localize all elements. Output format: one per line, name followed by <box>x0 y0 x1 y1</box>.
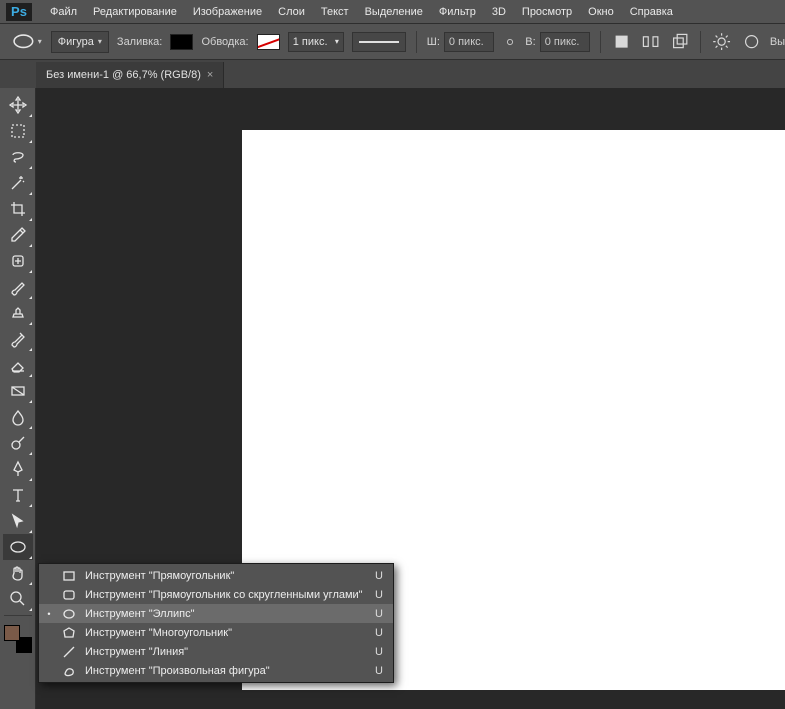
width-field[interactable]: 0 пикс. <box>444 32 494 52</box>
tool-clone-stamp[interactable] <box>3 300 33 326</box>
flyout-label: Инструмент "Эллипс" <box>85 608 367 620</box>
link-wh-icon[interactable] <box>502 34 517 50</box>
divider <box>700 31 701 53</box>
divider <box>600 31 601 53</box>
align-edges-icon[interactable] <box>741 31 762 53</box>
tool-zoom[interactable] <box>3 586 33 612</box>
flyout-item-rounded-rectangle[interactable]: Инструмент "Прямоугольник со скругленным… <box>39 585 393 604</box>
tool-history-brush[interactable] <box>3 326 33 352</box>
height-field[interactable]: 0 пикс. <box>540 32 590 52</box>
flyout-label: Инструмент "Линия" <box>85 646 367 658</box>
flyout-active-marker: • <box>45 609 53 619</box>
stroke-label: Обводка: <box>201 36 248 48</box>
flyout-item-custom-shape[interactable]: Инструмент "Произвольная фигура" U <box>39 661 393 680</box>
tool-lasso[interactable] <box>3 144 33 170</box>
fill-label: Заливка: <box>117 36 162 48</box>
tool-path-selection[interactable] <box>3 508 33 534</box>
tool-type[interactable] <box>3 482 33 508</box>
document-tab-title: Без имени-1 @ 66,7% (RGB/8) <box>46 69 201 81</box>
foreground-color-swatch[interactable] <box>4 625 20 641</box>
flyout-item-rectangle[interactable]: Инструмент "Прямоугольник" U <box>39 566 393 585</box>
chevron-down-icon: ▾ <box>335 37 339 46</box>
document-tab-bar: Без имени-1 @ 66,7% (RGB/8) × <box>0 60 785 88</box>
path-operations-icon[interactable] <box>611 31 632 53</box>
chevron-down-icon: ▾ <box>98 37 102 46</box>
tool-preset-ellipse-icon[interactable]: ▾ <box>10 31 43 53</box>
toolbar-divider <box>4 615 32 616</box>
left-toolbar <box>0 88 36 709</box>
tool-move[interactable] <box>3 92 33 118</box>
tool-gradient[interactable] <box>3 378 33 404</box>
menu-text[interactable]: Текст <box>313 2 357 22</box>
tool-eyedropper[interactable] <box>3 222 33 248</box>
flyout-shortcut: U <box>375 627 383 639</box>
flyout-shortcut: U <box>375 608 383 620</box>
flyout-item-polygon[interactable]: Инструмент "Многоугольник" U <box>39 623 393 642</box>
flyout-item-ellipse[interactable]: • Инструмент "Эллипс" U <box>39 604 393 623</box>
flyout-label: Инструмент "Прямоугольник со скругленным… <box>85 589 367 601</box>
tool-marquee[interactable] <box>3 118 33 144</box>
path-align-icon[interactable] <box>640 31 661 53</box>
menu-bar: Ps Файл Редактирование Изображение Слои … <box>0 0 785 24</box>
stroke-solid-line-icon <box>359 41 399 43</box>
tool-hand[interactable] <box>3 560 33 586</box>
tool-eraser[interactable] <box>3 352 33 378</box>
color-swatches[interactable] <box>4 625 32 653</box>
shape-mode-dropdown[interactable]: Фигура ▾ <box>51 31 109 53</box>
flyout-item-line[interactable]: Инструмент "Линия" U <box>39 642 393 661</box>
close-tab-icon[interactable]: × <box>207 69 213 81</box>
width-group: Ш: 0 пикс. <box>427 32 494 52</box>
tool-magic-wand[interactable] <box>3 170 33 196</box>
menu-edit[interactable]: Редактирование <box>85 2 185 22</box>
align-edges-label: Вы <box>770 36 785 48</box>
ellipse-icon <box>61 606 77 622</box>
ruler-corner <box>0 60 36 88</box>
document-tab[interactable]: Без имени-1 @ 66,7% (RGB/8) × <box>36 62 224 88</box>
app-logo: Ps <box>6 3 32 21</box>
line-icon <box>61 644 77 660</box>
tool-dodge[interactable] <box>3 430 33 456</box>
custom-shape-icon <box>61 663 77 679</box>
stroke-width-value: 1 пикс. <box>293 36 328 48</box>
height-group: В: 0 пикс. <box>525 32 589 52</box>
flyout-label: Инструмент "Многоугольник" <box>85 627 367 639</box>
menu-filter[interactable]: Фильтр <box>431 2 484 22</box>
menu-select[interactable]: Выделение <box>357 2 431 22</box>
polygon-icon <box>61 625 77 641</box>
tool-shape-ellipse[interactable] <box>3 534 33 560</box>
menu-layers[interactable]: Слои <box>270 2 313 22</box>
rounded-rectangle-icon <box>61 587 77 603</box>
menu-image[interactable]: Изображение <box>185 2 270 22</box>
tool-crop[interactable] <box>3 196 33 222</box>
tool-healing[interactable] <box>3 248 33 274</box>
menu-3d[interactable]: 3D <box>484 2 514 22</box>
stroke-swatch[interactable] <box>257 34 280 50</box>
width-label: Ш: <box>427 36 440 48</box>
rectangle-icon <box>61 568 77 584</box>
divider <box>416 31 417 53</box>
flyout-label: Инструмент "Прямоугольник" <box>85 570 367 582</box>
path-arrange-icon[interactable] <box>669 31 690 53</box>
flyout-label: Инструмент "Произвольная фигура" <box>85 665 367 677</box>
fill-swatch[interactable] <box>170 34 193 50</box>
menu-help[interactable]: Справка <box>622 2 681 22</box>
stroke-style-dropdown[interactable] <box>352 32 406 52</box>
menu-view[interactable]: Просмотр <box>514 2 580 22</box>
flyout-shortcut: U <box>375 665 383 677</box>
height-label: В: <box>525 36 535 48</box>
gear-icon[interactable] <box>711 31 732 53</box>
menu-window[interactable]: Окно <box>580 2 622 22</box>
flyout-shortcut: U <box>375 570 383 582</box>
stroke-width-field[interactable]: 1 пикс. ▾ <box>288 32 344 52</box>
menu-file[interactable]: Файл <box>42 2 85 22</box>
flyout-shortcut: U <box>375 646 383 658</box>
flyout-shortcut: U <box>375 589 383 601</box>
shape-mode-label: Фигура <box>58 36 94 48</box>
tool-pen[interactable] <box>3 456 33 482</box>
tool-blur[interactable] <box>3 404 33 430</box>
options-bar: ▾ Фигура ▾ Заливка: Обводка: 1 пикс. ▾ Ш… <box>0 24 785 60</box>
tool-brush[interactable] <box>3 274 33 300</box>
shape-tool-flyout: Инструмент "Прямоугольник" U Инструмент … <box>38 563 394 683</box>
